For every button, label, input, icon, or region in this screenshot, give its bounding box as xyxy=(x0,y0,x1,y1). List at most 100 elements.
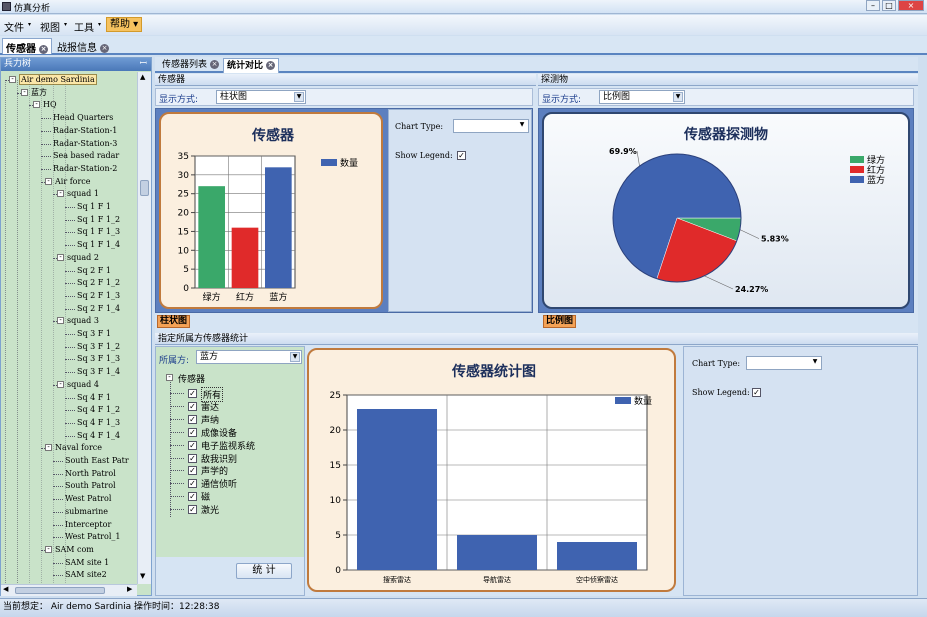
collapse-icon[interactable]: - xyxy=(45,545,52,553)
tree-node[interactable]: Sq 1 F 1_3 xyxy=(77,226,120,237)
owner-select[interactable]: 蓝方 ▼ xyxy=(196,350,302,364)
sensor-type-checkbox[interactable]: ✓ xyxy=(188,427,197,437)
tree-node[interactable]: North Patrol xyxy=(65,468,116,479)
hscroll-thumb[interactable] xyxy=(15,587,105,594)
tree-node[interactable]: Sq 3 F 1_3 xyxy=(77,353,120,364)
tree-node[interactable]: Radar-Station-1 xyxy=(53,125,117,136)
tree-node[interactable]: SAM com xyxy=(55,544,94,555)
close-icon[interactable]: × xyxy=(210,60,220,69)
tree-node[interactable]: West Patrol xyxy=(65,493,111,504)
scroll-thumb[interactable] xyxy=(140,180,149,196)
chevron-down-icon[interactable]: ▼ xyxy=(290,352,300,362)
sensor-type-checkbox[interactable]: ✓ xyxy=(188,440,197,450)
tree-node[interactable]: Sq 4 F 1 xyxy=(77,392,111,403)
sensor-type-checkbox[interactable]: ✓ xyxy=(188,492,197,502)
collapse-icon[interactable]: - xyxy=(9,76,16,83)
collapse-icon[interactable]: - xyxy=(57,253,64,261)
tree-node[interactable]: Sq 3 F 1_2 xyxy=(77,341,120,352)
sensor-type-checkbox[interactable]: ✓ xyxy=(188,479,197,489)
stats-show-legend-checkbox[interactable]: ✓ xyxy=(752,388,761,397)
chevron-down-icon[interactable]: ▼ xyxy=(517,121,527,131)
tree-node[interactable]: Naval force xyxy=(55,442,102,453)
chevron-down-icon[interactable]: ▼ xyxy=(810,358,820,368)
tree-node[interactable]: Interceptor xyxy=(65,519,111,530)
chart-type-select[interactable]: ▼ xyxy=(453,119,529,133)
sensor-type-checkbox[interactable]: ✓ xyxy=(188,453,197,463)
detect-display-select[interactable]: 比例图 ▼ xyxy=(599,90,685,104)
tab-battle-report[interactable]: 战报信息 × xyxy=(54,38,112,54)
tab-sensor-list[interactable]: 传感器列表 × xyxy=(159,58,222,73)
tree-node[interactable]: South Patrol xyxy=(65,480,116,491)
scroll-down-icon[interactable]: ▼ xyxy=(140,572,145,580)
tree-node[interactable]: Sea based radar xyxy=(53,150,119,161)
stat-button[interactable]: 统 计 xyxy=(236,563,292,579)
tree-node[interactable]: Sq 1 F 1 xyxy=(77,201,111,212)
sensor-type-checkbox[interactable]: ✓ xyxy=(188,401,197,411)
tab-statistics[interactable]: 统计对比 × xyxy=(223,58,280,73)
chevron-down-icon[interactable]: ▼ xyxy=(294,92,304,102)
tree-node[interactable]: Sq 3 F 1_4 xyxy=(77,366,120,377)
sensor-type-checkbox[interactable]: ✓ xyxy=(188,389,197,398)
collapse-icon[interactable]: - xyxy=(45,177,52,185)
tree-node[interactable]: squad 4 xyxy=(67,379,99,390)
collapse-icon[interactable]: - xyxy=(45,444,52,452)
sensor-type-checkbox[interactable]: ✓ xyxy=(188,466,197,476)
tree-node[interactable]: HQ xyxy=(43,99,57,110)
tree-node[interactable]: South East Patr xyxy=(65,455,129,466)
tree-node[interactable]: Radar-Station-2 xyxy=(53,163,117,174)
menu-tools[interactable]: 工具 xyxy=(74,19,94,34)
tree-node[interactable]: Radar-Station-3 xyxy=(53,138,117,149)
stats-chart-type-select[interactable]: ▼ xyxy=(746,356,822,370)
scroll-left-icon[interactable]: ◀ xyxy=(3,585,8,593)
tree-node[interactable]: Sq 1 F 1_4 xyxy=(77,239,120,250)
menu-help[interactable]: 帮助 ▾ xyxy=(106,17,143,32)
horizontal-scrollbar[interactable]: ◀ ▶ xyxy=(1,584,137,596)
pin-icon[interactable]: ꟷ xyxy=(140,58,147,71)
vertical-scrollbar[interactable]: ▲ ▼ xyxy=(137,72,151,584)
chevron-down-icon[interactable]: ▼ xyxy=(673,92,683,102)
collapse-icon[interactable]: - xyxy=(57,380,64,388)
tree-node[interactable]: Sq 3 F 1 xyxy=(77,328,111,339)
display-mode-select[interactable]: 柱状图 ▼ xyxy=(216,90,306,104)
tab-sensor[interactable]: 传感器 × xyxy=(2,38,52,55)
menu-view[interactable]: 视图 xyxy=(40,19,60,34)
tree-node[interactable]: Sq 4 F 1_3 xyxy=(77,417,120,428)
scroll-up-icon[interactable]: ▲ xyxy=(140,73,145,81)
tree-node[interactable]: squad 1 xyxy=(67,188,99,199)
show-legend-checkbox[interactable]: ✓ xyxy=(457,151,466,160)
collapse-icon[interactable]: - xyxy=(33,101,40,109)
menu-file[interactable]: 文件 xyxy=(4,19,24,34)
tree-node[interactable]: squad 3 xyxy=(67,315,99,326)
minimize-button[interactable]: – xyxy=(866,0,880,11)
close-icon[interactable]: × xyxy=(39,44,48,54)
tree-node[interactable]: Sq 4 F 1_4 xyxy=(77,430,120,441)
scroll-right-icon[interactable]: ▶ xyxy=(127,585,132,593)
close-icon[interactable]: × xyxy=(100,43,109,53)
detect-footer-tab[interactable]: 比例图 xyxy=(543,315,577,328)
collapse-icon[interactable]: - xyxy=(57,317,64,325)
close-icon[interactable]: × xyxy=(266,61,276,70)
sensor-footer-tab[interactable]: 柱状图 xyxy=(157,315,191,328)
sensor-type-checkbox[interactable]: ✓ xyxy=(188,414,197,424)
close-button[interactable]: × xyxy=(898,0,924,11)
tree-node[interactable]: Sq 2 F 1_2 xyxy=(77,277,120,288)
tree-node[interactable]: Air force xyxy=(55,176,91,187)
tree-node[interactable]: squad 2 xyxy=(67,252,99,263)
tree-node[interactable]: Sq 2 F 1_3 xyxy=(77,290,120,301)
tree-node[interactable]: West Patrol_1 xyxy=(65,531,120,542)
maximize-button[interactable]: □ xyxy=(882,0,896,11)
collapse-icon[interactable]: - xyxy=(166,374,173,381)
tree-node[interactable]: submarine xyxy=(65,506,108,517)
tree-node[interactable]: SAM site 1 xyxy=(65,557,109,568)
tree-node[interactable]: Head Quarters xyxy=(53,112,113,123)
tree-node[interactable]: 蓝方 xyxy=(31,87,47,98)
tree-node[interactable]: Sq 4 F 1_2 xyxy=(77,404,120,415)
collapse-icon[interactable]: - xyxy=(21,88,28,96)
tree-node[interactable]: SAM site2 xyxy=(65,569,107,580)
tree-node[interactable]: Air demo Sardinia xyxy=(19,74,97,85)
sensor-type-checkbox[interactable]: ✓ xyxy=(188,505,197,515)
collapse-icon[interactable]: - xyxy=(57,190,64,198)
tree-node[interactable]: Sq 1 F 1_2 xyxy=(77,214,120,225)
tree-node[interactable]: Sq 2 F 1_4 xyxy=(77,303,120,314)
tree-node[interactable]: Sq 2 F 1 xyxy=(77,265,111,276)
